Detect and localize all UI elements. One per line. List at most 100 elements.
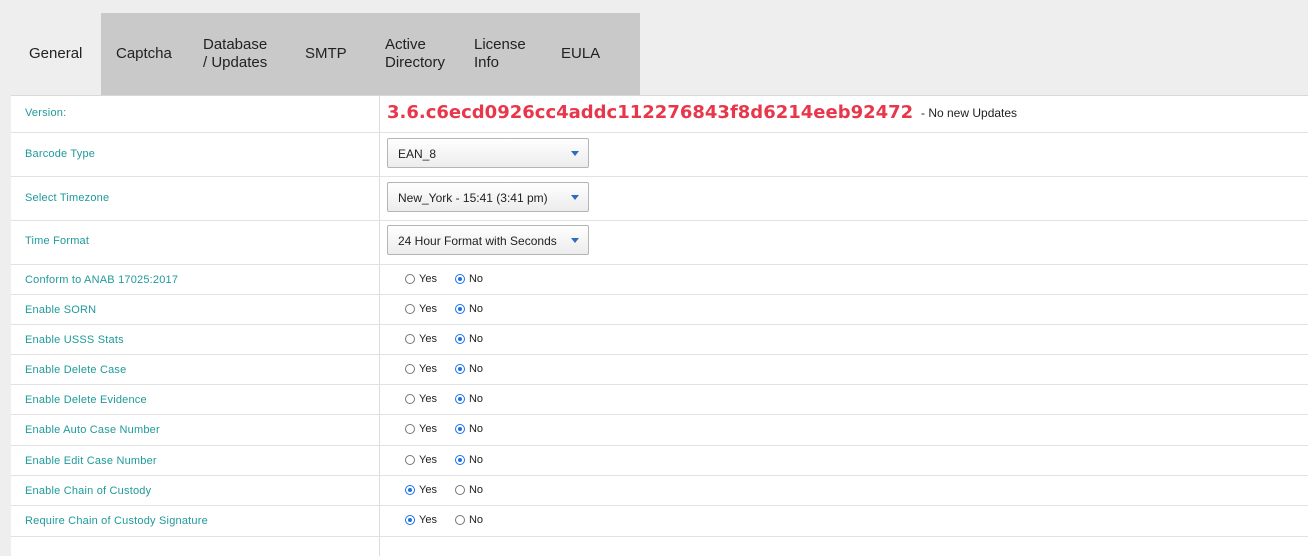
radio-yes-enable-sorn[interactable]: Yes [405, 303, 437, 315]
version-label: Version: [25, 107, 67, 119]
radio-button-yes[interactable] [405, 485, 415, 495]
radio-yes-enable-chain-of-custody[interactable]: Yes [405, 484, 437, 496]
radio-group-enable-chain-of-custody: Yes No [405, 484, 483, 496]
time-format-select[interactable]: 24 Hour Format with Seconds [387, 225, 589, 255]
timezone-row: Select Timezone New_York - 15:41 (3:41 p… [11, 176, 1308, 221]
radio-button-no[interactable] [454, 364, 465, 374]
radio-group-enable-edit-case-number: Yes No [405, 454, 483, 466]
timezone-select[interactable]: New_York - 15:41 (3:41 pm) [387, 182, 589, 212]
radio-label-yes: Yes [419, 423, 437, 435]
update-status: - No new Updates [921, 106, 1018, 120]
setting-label: Enable Edit Case Number [25, 455, 157, 467]
tab-database-updates[interactable]: Database / Updates [189, 13, 292, 95]
radio-button-no[interactable] [454, 515, 465, 525]
radio-no-enable-chain-of-custody[interactable]: No [454, 484, 484, 496]
radio-button-yes[interactable] [405, 515, 415, 525]
version-row: Version: 3.6.c6ecd0926cc4addc112276843f8… [11, 96, 1308, 133]
version-value: 3.6.c6ecd0926cc4addc112276843f8d6214eeb9… [387, 102, 914, 123]
radio-label-yes: Yes [419, 303, 437, 315]
radio-no-enable-delete-case[interactable]: No [454, 363, 484, 375]
radio-label-no: No [468, 484, 484, 496]
radio-button-yes[interactable] [405, 364, 415, 374]
setting-row-enable-delete-evidence: Enable Delete Evidence Yes No [11, 384, 1308, 415]
radio-yes-conform-to-anab-17025-2017[interactable]: Yes [405, 273, 437, 285]
radio-button-no[interactable] [454, 394, 465, 404]
timezone-value: New_York - 15:41 (3:41 pm) [398, 191, 548, 205]
time-format-value: 24 Hour Format with Seconds [398, 234, 557, 248]
tab-smtp[interactable]: SMTP [292, 13, 372, 95]
radio-group-enable-sorn: Yes No [405, 303, 483, 315]
radio-button-yes[interactable] [405, 455, 415, 465]
tab-active-directory[interactable]: Active Directory [372, 13, 461, 95]
setting-row-enable-delete-case: Enable Delete Case Yes No [11, 354, 1308, 385]
radio-label-no: No [468, 423, 484, 435]
radio-label-yes: Yes [419, 514, 437, 526]
tab-eula-label: EULA [561, 45, 601, 62]
radio-group-enable-auto-case-number: Yes No [405, 423, 483, 435]
radio-yes-enable-delete-evidence[interactable]: Yes [405, 393, 437, 405]
setting-row-enable-chain-of-custody: Enable Chain of Custody Yes No [11, 475, 1308, 506]
radio-no-enable-edit-case-number[interactable]: No [454, 454, 484, 466]
radio-label-no: No [468, 273, 484, 285]
radio-button-yes[interactable] [405, 334, 415, 344]
setting-label: Enable SORN [25, 304, 97, 316]
radio-button-no[interactable] [454, 424, 465, 434]
setting-label: Enable Auto Case Number [25, 424, 160, 436]
radio-yes-enable-usss-stats[interactable]: Yes [405, 333, 437, 345]
radio-label-no: No [468, 454, 484, 466]
radio-button-yes[interactable] [405, 274, 415, 284]
setting-label: Enable Delete Case [25, 364, 127, 376]
chevron-down-icon [571, 195, 579, 200]
radio-no-enable-usss-stats[interactable]: No [454, 333, 484, 345]
radio-no-enable-delete-evidence[interactable]: No [454, 393, 484, 405]
general-settings-panel: Version: 3.6.c6ecd0926cc4addc112276843f8… [11, 95, 1308, 556]
radio-label-no: No [468, 393, 484, 405]
radio-button-no[interactable] [454, 485, 465, 495]
radio-group-enable-usss-stats: Yes No [405, 333, 483, 345]
radio-label-yes: Yes [419, 484, 437, 496]
tab-smtp-label: SMTP [305, 45, 347, 62]
radio-group-conform-to-anab-17025-2017: Yes No [405, 273, 483, 285]
barcode-type-value: EAN_8 [398, 147, 437, 161]
setting-row-conform-to-anab-17025-2017: Conform to ANAB 17025:2017 Yes No [11, 264, 1308, 295]
radio-yes-enable-edit-case-number[interactable]: Yes [405, 454, 437, 466]
radio-label-yes: Yes [419, 393, 437, 405]
radio-button-no[interactable] [454, 274, 465, 284]
radio-yes-enable-auto-case-number[interactable]: Yes [405, 423, 437, 435]
radio-button-no[interactable] [454, 304, 465, 314]
tab-license-info-label: License Info [474, 36, 526, 71]
chevron-down-icon [571, 151, 579, 156]
radio-button-no[interactable] [454, 334, 465, 344]
radio-group-require-chain-of-custody-signature: Yes No [405, 514, 483, 526]
tab-general-label: General [29, 45, 83, 62]
barcode-type-select[interactable]: EAN_8 [387, 138, 589, 168]
radio-button-yes[interactable] [405, 304, 415, 314]
radio-label-yes: Yes [419, 333, 437, 345]
radio-no-enable-auto-case-number[interactable]: No [454, 423, 484, 435]
setting-row-enable-sorn: Enable SORN Yes No [11, 294, 1308, 325]
setting-row-enable-edit-case-number: Enable Edit Case Number Yes No [11, 445, 1308, 476]
radio-no-conform-to-anab-17025-2017[interactable]: No [454, 273, 484, 285]
tab-active-directory-label: Active Directory [385, 36, 446, 71]
radio-button-yes[interactable] [405, 394, 415, 404]
radio-label-no: No [468, 363, 484, 375]
time-format-label: Time Format [25, 235, 90, 247]
tab-license-info[interactable]: License Info [461, 13, 550, 95]
radio-button-no[interactable] [454, 455, 465, 465]
tab-captcha[interactable]: Captcha [101, 13, 189, 95]
setting-label: Conform to ANAB 17025:2017 [25, 274, 179, 286]
tab-eula[interactable]: EULA [550, 13, 640, 95]
radio-no-enable-sorn[interactable]: No [454, 303, 483, 315]
chevron-down-icon [571, 238, 579, 243]
tab-general[interactable]: General [11, 13, 101, 95]
time-format-row: Time Format 24 Hour Format with Seconds [11, 220, 1308, 265]
setting-row-enable-usss-stats: Enable USSS Stats Yes No [11, 324, 1308, 355]
radio-group-enable-delete-case: Yes No [405, 363, 483, 375]
radio-no-require-chain-of-custody-signature[interactable]: No [454, 514, 483, 526]
radio-yes-require-chain-of-custody-signature[interactable]: Yes [405, 514, 437, 526]
radio-yes-enable-delete-case[interactable]: Yes [405, 363, 437, 375]
setting-label: Enable USSS Stats [25, 334, 124, 346]
radio-button-yes[interactable] [405, 424, 415, 434]
radio-label-no: No [468, 333, 484, 345]
tab-database-updates-label: Database / Updates [203, 36, 268, 71]
